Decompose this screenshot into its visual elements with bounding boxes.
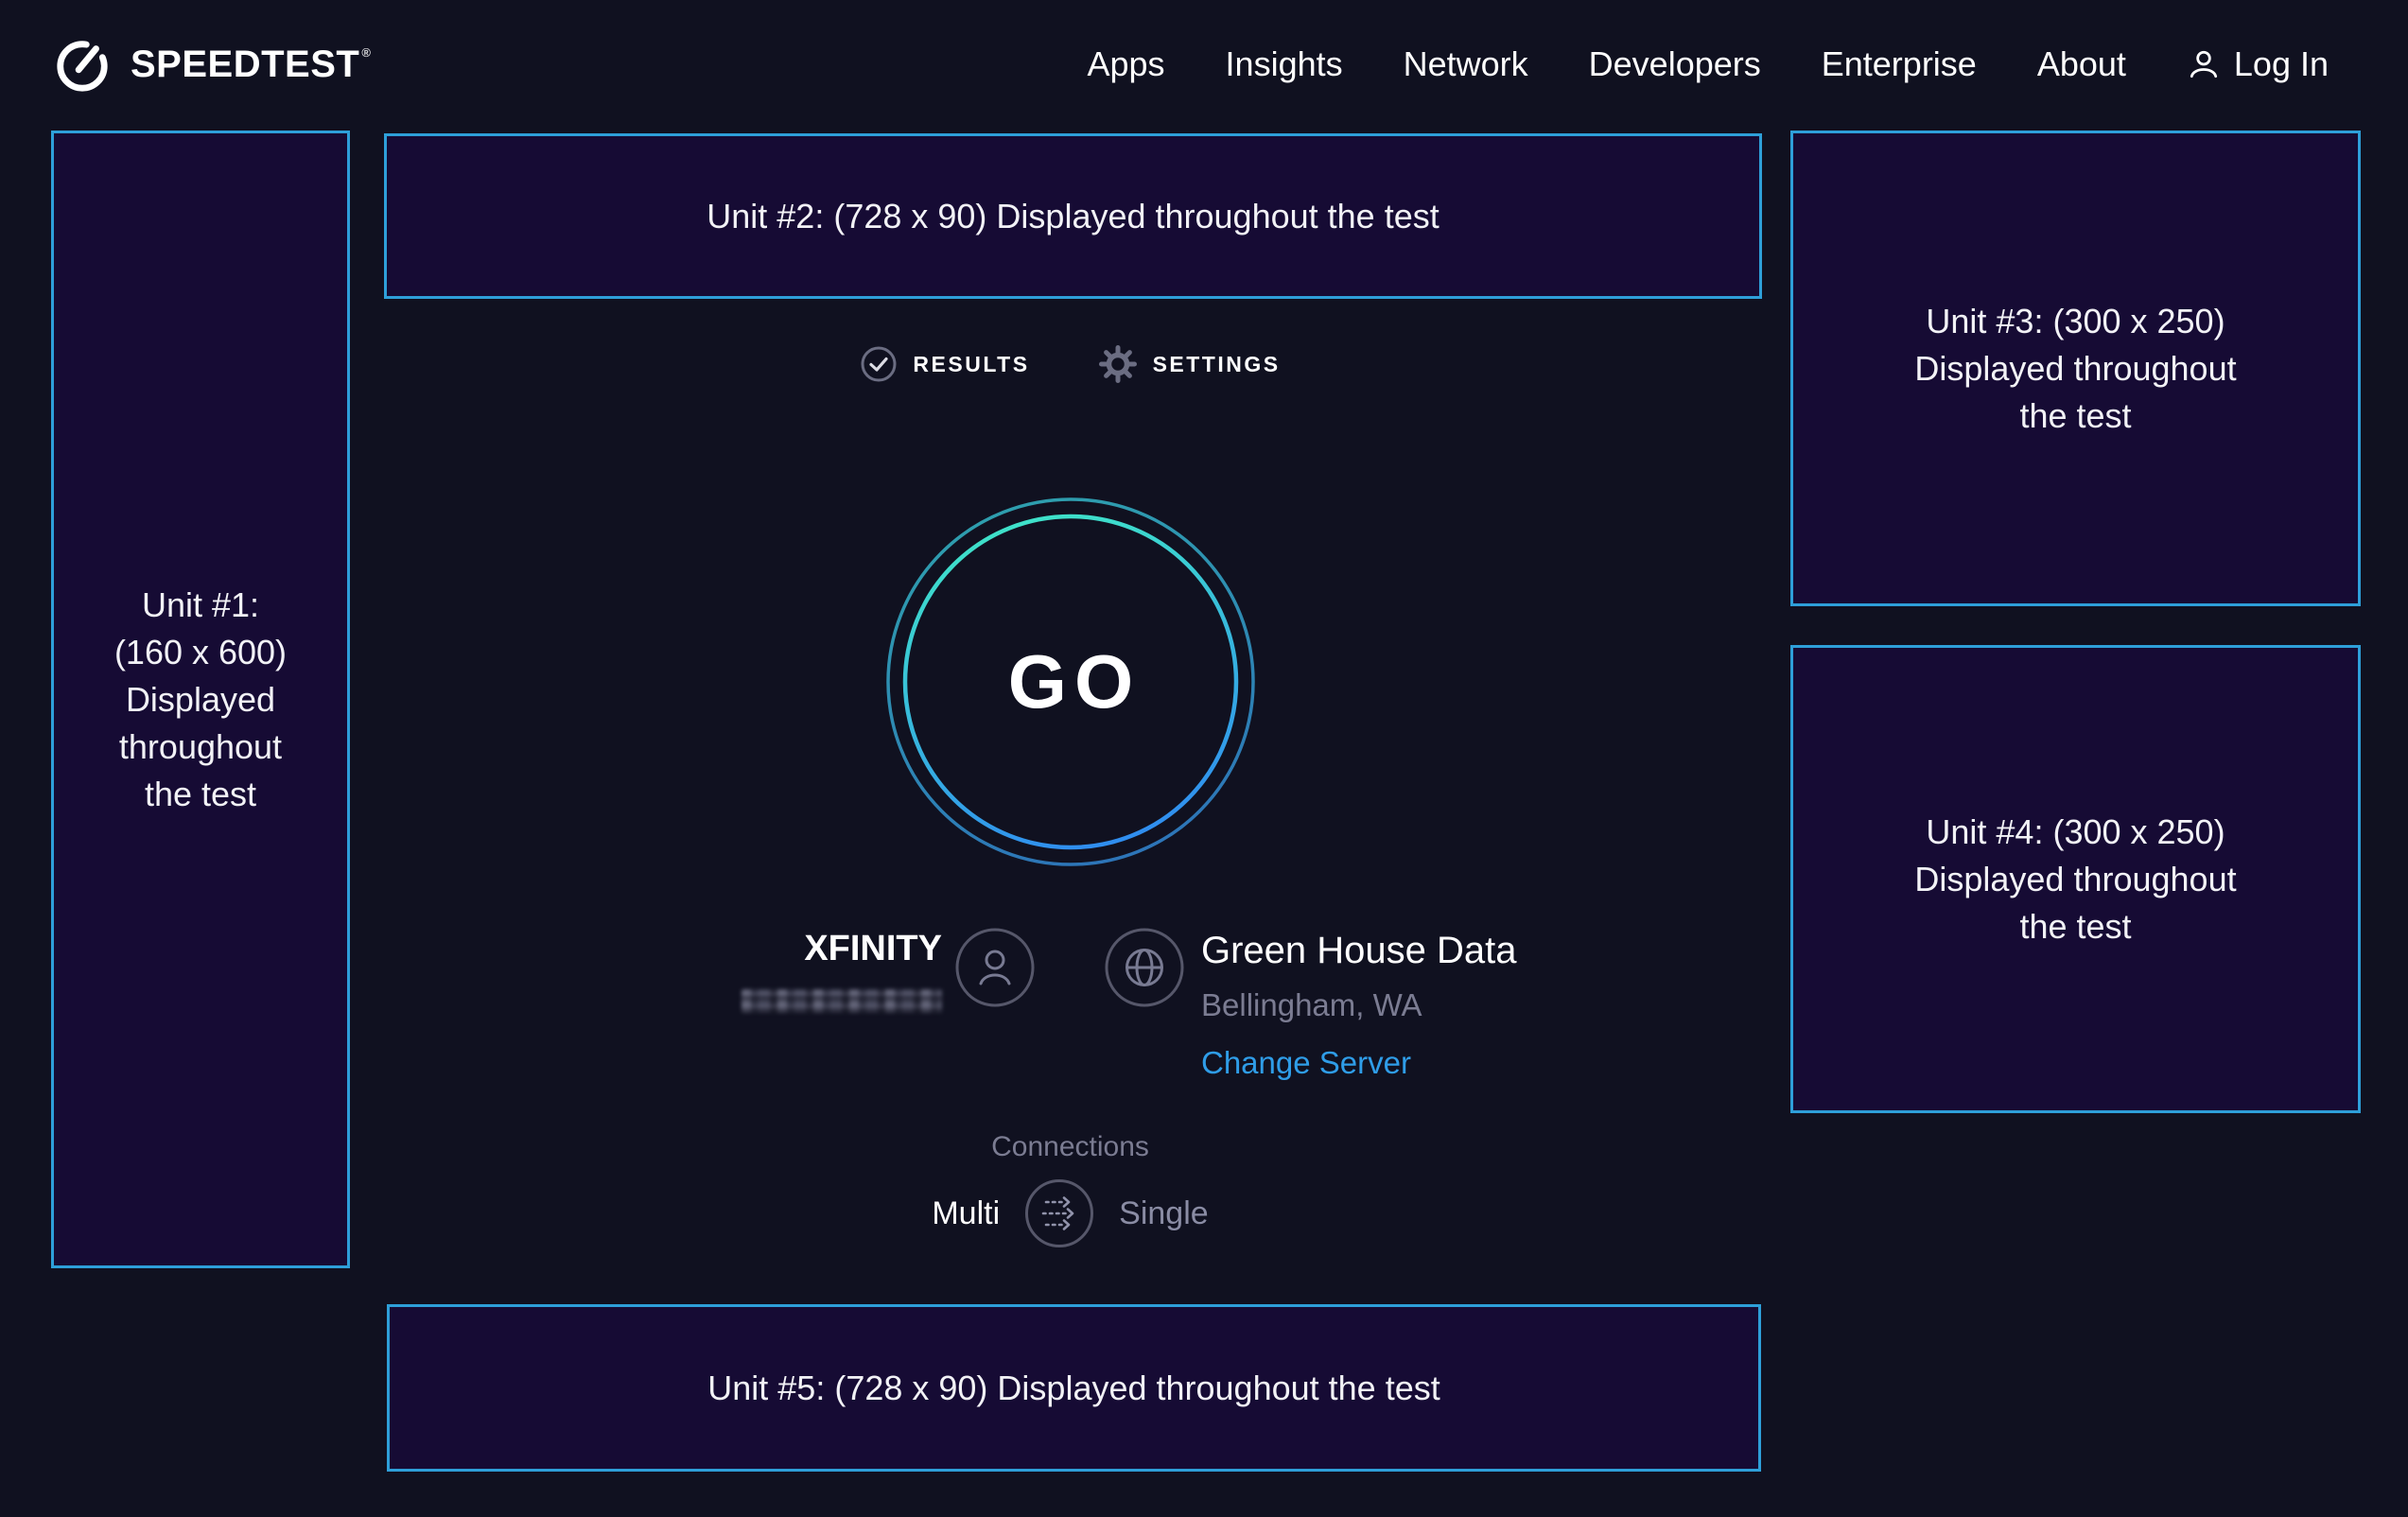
nav-item-about[interactable]: About (2037, 44, 2126, 84)
multi-arrows-icon[interactable] (1024, 1178, 1094, 1248)
tab-settings[interactable]: SETTINGS (1098, 344, 1281, 384)
nav-item-developers[interactable]: Developers (1589, 44, 1761, 84)
ad-text: Unit #1: (114, 582, 287, 629)
tab-results[interactable]: RESULTS (860, 345, 1029, 383)
nav-item-apps[interactable]: Apps (1087, 44, 1164, 84)
isp-person-icon (955, 928, 1035, 1007)
ad-text: throughout (114, 724, 287, 771)
check-circle-icon (860, 345, 898, 383)
ad-text: (160 x 600) (114, 629, 287, 676)
ad-text: Unit #5: (728 x 90) Displayed throughout… (707, 1365, 1440, 1412)
connections-mode-multi[interactable]: Multi (932, 1195, 1000, 1232)
main-navigation: Apps Insights Network Developers Enterpr… (1087, 44, 2329, 84)
nav-item-insights[interactable]: Insights (1226, 44, 1343, 84)
change-server-link[interactable]: Change Server (1201, 1044, 1517, 1082)
login-label: Log In (2234, 44, 2329, 84)
ad-text: Displayed throughout (1914, 345, 2236, 392)
top-nav-bar: SPEEDTEST ® Apps Insights Network Develo… (0, 0, 2408, 129)
ad-text: Unit #2: (728 x 90) Displayed throughout… (707, 193, 1439, 240)
ad-text: Unit #3: (300 x 250) (1914, 298, 2236, 345)
speedtest-logo[interactable]: SPEEDTEST ® (53, 35, 371, 94)
ad-text: Displayed throughout (1914, 856, 2236, 903)
globe-icon (1105, 928, 1184, 1007)
nav-item-network[interactable]: Network (1404, 44, 1528, 84)
brand-name: SPEEDTEST (131, 44, 359, 86)
results-settings-tabs: RESULTS SETTINGS (350, 341, 1790, 387)
ad-unit-5[interactable]: Unit #5: (728 x 90) Displayed throughout… (387, 1304, 1761, 1472)
ad-text: the test (114, 771, 287, 818)
speedometer-icon (53, 35, 112, 94)
ad-unit-1[interactable]: Unit #1: (160 x 600) Displayed throughou… (51, 131, 350, 1268)
ad-text: Displayed (114, 676, 287, 724)
trademark-mark: ® (361, 45, 371, 60)
connections-mode-single[interactable]: Single (1119, 1195, 1209, 1232)
ad-unit-3[interactable]: Unit #3: (300 x 250) Displayed throughou… (1790, 131, 2361, 606)
go-button[interactable]: GO (882, 494, 1259, 870)
server-location: Bellingham, WA (1201, 986, 1517, 1024)
server-info: Green House Data Bellingham, WA Change S… (1201, 929, 1517, 1082)
gear-icon (1098, 344, 1138, 384)
go-label: GO (882, 494, 1259, 870)
settings-label: SETTINGS (1153, 352, 1281, 377)
login-button[interactable]: Log In (2187, 44, 2329, 84)
person-icon (2187, 47, 2221, 81)
ad-text: the test (1914, 392, 2236, 440)
ad-unit-4[interactable]: Unit #4: (300 x 250) Displayed throughou… (1790, 645, 2361, 1113)
results-label: RESULTS (913, 352, 1029, 377)
connections-toggle-row: Multi Single (350, 1178, 1790, 1248)
ad-text: Unit #4: (300 x 250) (1914, 809, 2236, 856)
nav-item-enterprise[interactable]: Enterprise (1822, 44, 1977, 84)
ad-text: the test (1914, 903, 2236, 950)
ip-address-redacted (742, 989, 942, 1013)
host-info: XFINITY (742, 925, 942, 1013)
ad-unit-2[interactable]: Unit #2: (728 x 90) Displayed throughout… (384, 133, 1762, 299)
isp-name: XFINITY (742, 925, 942, 972)
server-name: Green House Data (1201, 929, 1517, 972)
connections-heading: Connections (350, 1129, 1790, 1165)
